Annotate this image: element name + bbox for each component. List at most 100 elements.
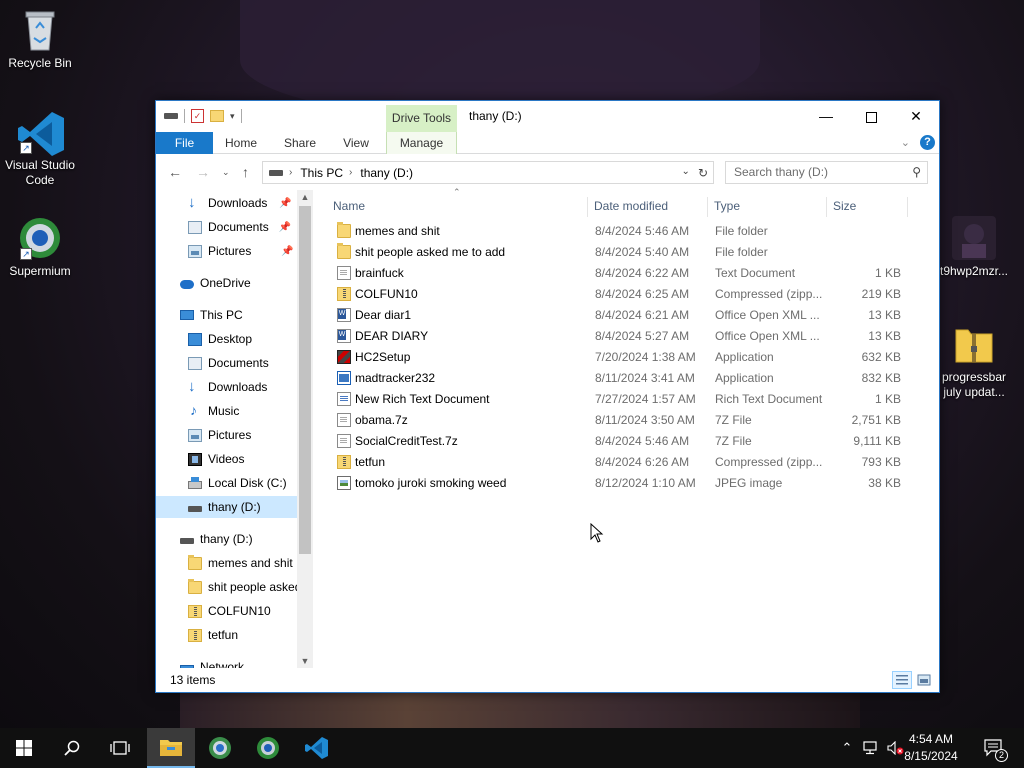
address-bar[interactable]: › This PC › thany (D:) ⌄ ↻ xyxy=(262,161,714,184)
column-header-name[interactable]: Name xyxy=(333,195,365,217)
nav-item-documents[interactable]: Documents 📌 xyxy=(188,216,291,238)
tab-manage[interactable]: Manage xyxy=(386,132,457,154)
column-header-date-modified[interactable]: Date modified xyxy=(594,195,668,217)
file-row[interactable]: HC2Setup 7/20/2024 1:38 AM Application 632 … xyxy=(333,347,903,368)
nav-item-folder[interactable]: shit people asked me to add xyxy=(188,576,313,598)
pin-icon[interactable]: 📌 xyxy=(279,198,291,209)
taskbar-browser-1[interactable] xyxy=(196,728,244,768)
customize-toolbar-icon[interactable]: ▾ xyxy=(230,111,235,122)
taskbar-supermium[interactable] xyxy=(244,728,292,768)
properties-icon[interactable]: ✓ xyxy=(191,109,204,123)
nav-pane-scrollbar[interactable]: ▲ ▼ xyxy=(297,190,313,668)
file-row[interactable]: tetfun 8/4/2024 6:26 AM Compressed (zipp..… xyxy=(333,452,903,473)
nav-label: Documents xyxy=(208,356,269,370)
address-dropdown-icon[interactable]: ⌄ xyxy=(682,166,690,180)
show-hidden-icons-button[interactable]: ⌃ xyxy=(838,728,856,768)
taskbar-file-explorer[interactable] xyxy=(147,728,195,768)
tab-home[interactable]: Home xyxy=(219,132,263,154)
nav-item-pictures[interactable]: Pictures 📌 xyxy=(188,240,294,262)
nav-item-this-pc[interactable]: This PC xyxy=(180,304,243,326)
nav-item-downloads[interactable]: Downloads 📌 xyxy=(188,192,292,214)
column-divider[interactable] xyxy=(707,197,708,217)
nav-item-local-disk-c[interactable]: Local Disk (C:) xyxy=(188,472,287,494)
nav-item-zip[interactable]: tetfun xyxy=(188,624,238,646)
file-row[interactable]: madtracker232 8/11/2024 3:41 AM Applicatio… xyxy=(333,368,903,389)
action-center-button[interactable]: 2 xyxy=(976,728,1012,768)
desktop-icon-supermium[interactable]: ↗ Supermium xyxy=(0,216,80,279)
nav-item-documents[interactable]: Documents xyxy=(188,352,269,374)
system-clock[interactable]: 4:54 AM 8/15/2024 xyxy=(896,731,966,765)
nav-item-network[interactable]: Network xyxy=(180,656,244,668)
breadcrumb-drive[interactable]: thany (D:) xyxy=(360,166,413,180)
file-row[interactable]: SocialCreditTest.7z 8/4/2024 5:46 AM 7Z Fi… xyxy=(333,431,903,452)
pin-icon[interactable]: 📌 xyxy=(279,222,291,233)
tab-file[interactable]: File xyxy=(156,132,213,154)
scrollbar-thumb[interactable] xyxy=(299,206,311,554)
large-icons-view-button[interactable] xyxy=(914,671,934,689)
column-divider[interactable] xyxy=(907,197,908,217)
help-icon[interactable]: ? xyxy=(920,135,935,150)
title-bar[interactable]: ✓ ▾ Drive Tools thany (D:) — ✕ xyxy=(156,101,939,132)
details-view-button[interactable] xyxy=(892,671,912,689)
desktop-icon-progressbar[interactable]: progressbar july updat... xyxy=(934,322,1014,400)
task-view-button[interactable] xyxy=(96,728,144,768)
zip-folder-icon xyxy=(337,287,351,301)
scroll-up-icon[interactable]: ▲ xyxy=(297,192,313,202)
nav-item-pictures[interactable]: Pictures xyxy=(188,424,251,446)
nav-item-desktop[interactable]: Desktop xyxy=(188,328,252,350)
desktop-icon-image[interactable]: t9hwp2mzr... xyxy=(934,216,1014,279)
search-button[interactable] xyxy=(48,728,96,768)
expand-ribbon-icon[interactable]: ⌄ xyxy=(901,136,910,149)
nav-item-downloads[interactable]: Downloads xyxy=(188,376,267,398)
file-row[interactable]: brainfuck 8/4/2024 6:22 AM Text Document 1 … xyxy=(333,263,903,284)
maximize-button[interactable] xyxy=(848,101,894,131)
up-arrow-icon[interactable]: ↑ xyxy=(242,164,249,180)
nav-item-drive-d-selected[interactable]: thany (D:) xyxy=(156,496,297,518)
nav-item-zip[interactable]: COLFUN10 xyxy=(188,600,271,622)
nav-item-videos[interactable]: Videos xyxy=(188,448,244,470)
nav-label: tetfun xyxy=(208,628,239,642)
nav-label: Pictures xyxy=(208,428,252,442)
column-divider[interactable] xyxy=(587,197,588,217)
file-row[interactable]: tomoko juroki smoking weed 8/12/2024 1:10… xyxy=(333,473,903,494)
nav-item-onedrive[interactable]: OneDrive xyxy=(180,272,251,294)
file-row[interactable]: COLFUN10 8/4/2024 6:25 AM Compressed (zipp… xyxy=(333,284,903,305)
start-button[interactable] xyxy=(0,728,48,768)
nav-label: thany (D:) xyxy=(208,500,261,514)
tab-share[interactable]: Share xyxy=(278,132,322,154)
status-bar: 13 items xyxy=(156,668,939,692)
pin-icon[interactable]: 📌 xyxy=(281,246,293,257)
forward-arrow-icon[interactable]: → xyxy=(196,164,210,180)
desktop-icon-recycle-bin[interactable]: Recycle Bin xyxy=(0,8,80,71)
recycle-bin-icon xyxy=(18,8,62,52)
nav-item-folder[interactable]: memes and shit xyxy=(188,552,293,574)
refresh-icon[interactable]: ↻ xyxy=(698,166,708,180)
file-explorer-window[interactable]: ✓ ▾ Drive Tools thany (D:) — ✕ File Home… xyxy=(155,100,940,693)
file-row[interactable]: memes and shit 8/4/2024 5:46 AM File folde… xyxy=(333,221,903,242)
navigation-pane[interactable]: Downloads 📌 Documents 📌 Pictures 📌 OneDrive… xyxy=(156,190,313,668)
network-status-button[interactable] xyxy=(860,728,884,768)
file-row[interactable]: shit people asked me to add 8/4/2024 5:40… xyxy=(333,242,903,263)
browser-globe-icon xyxy=(209,737,231,759)
nav-item-drive-d[interactable]: thany (D:) xyxy=(180,528,253,550)
taskbar-vscode[interactable] xyxy=(293,728,341,768)
back-arrow-icon[interactable]: ← xyxy=(168,164,182,180)
scroll-down-icon[interactable]: ▼ xyxy=(297,656,313,666)
recent-locations-icon[interactable]: ⌄ xyxy=(222,167,230,178)
file-row[interactable]: New Rich Text Document 7/27/2024 1:57 AM R… xyxy=(333,389,903,410)
file-row[interactable]: DEAR DIARY 8/4/2024 5:27 AM Office Open XM… xyxy=(333,326,903,347)
search-input[interactable]: Search thany (D:) ⚲ xyxy=(725,161,928,184)
nav-item-music[interactable]: Music xyxy=(188,400,239,422)
column-divider[interactable] xyxy=(826,197,827,217)
file-row[interactable]: Dear diar1 8/4/2024 6:21 AM Office Open XM… xyxy=(333,305,903,326)
new-folder-icon[interactable] xyxy=(210,110,224,122)
column-header-size[interactable]: Size xyxy=(833,195,856,217)
desktop-icon-vscode[interactable]: ↗ Visual Studio Code xyxy=(0,110,80,188)
column-header-type[interactable]: Type xyxy=(714,195,740,217)
file-name: COLFUN10 xyxy=(355,287,418,301)
minimize-button[interactable]: — xyxy=(803,101,849,131)
close-button[interactable]: ✕ xyxy=(893,101,939,131)
breadcrumb-this-pc[interactable]: This PC xyxy=(300,166,343,180)
file-row[interactable]: obama.7z 8/11/2024 3:50 AM 7Z File 2,751 KB xyxy=(333,410,903,431)
tab-view[interactable]: View xyxy=(336,132,376,154)
